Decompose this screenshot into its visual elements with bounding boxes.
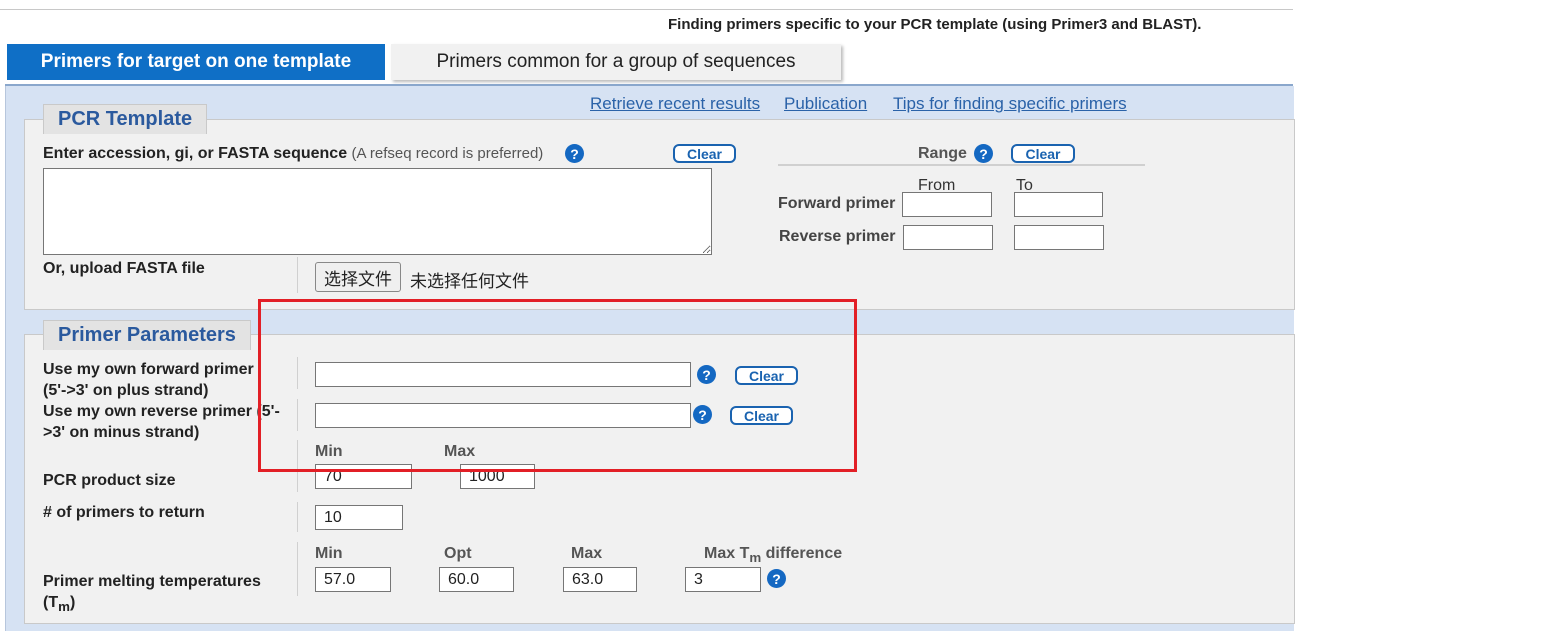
tm-diff-input[interactable] <box>685 567 761 592</box>
forward-primer-label: Use my own forward primer (5'->3' on plu… <box>43 361 254 399</box>
accession-label-text: Enter accession, gi, or FASTA sequence <box>43 145 348 162</box>
tm-label-sub: m <box>58 599 70 615</box>
tab-group-of-sequences[interactable]: Primers common for a group of sequences <box>391 44 841 80</box>
tm-diff-header-end: difference <box>761 545 843 562</box>
forward-to-input[interactable] <box>1014 192 1103 217</box>
accession-note: (A refseq record is preferred) <box>351 145 544 162</box>
tm-max-input[interactable] <box>563 567 637 592</box>
forward-from-input[interactable] <box>902 192 992 217</box>
tm-diff-header-text: Max T <box>704 545 750 562</box>
range-forward-label: Forward primer <box>778 195 896 212</box>
range-divider <box>778 164 1145 166</box>
question-circle-icon[interactable]: ? <box>767 569 786 588</box>
divider <box>297 257 298 293</box>
top-divider <box>0 9 1293 10</box>
template-clear-button[interactable]: Clear <box>673 144 736 163</box>
upload-label: Or, upload FASTA file <box>43 260 205 277</box>
tm-min-input[interactable] <box>315 567 391 592</box>
tm-opt-header: Opt <box>444 545 472 562</box>
tips-link[interactable]: Tips for finding specific primers <box>893 94 1127 114</box>
sequence-textarea[interactable] <box>43 168 712 255</box>
tm-max-header: Max <box>571 545 603 562</box>
tm-min-header: Min <box>315 545 343 562</box>
tm-label-end: ) <box>69 594 76 611</box>
divider <box>297 542 298 596</box>
reverse-to-input[interactable] <box>1014 225 1104 250</box>
choose-file-button[interactable]: 选择文件 <box>315 262 401 292</box>
range-title: Range <box>918 145 967 162</box>
product-size-label: PCR product size <box>43 472 176 489</box>
tm-diff-header: Max Tm difference <box>704 545 842 565</box>
tm-label: Primer melting temperatures (Tm) <box>43 571 283 617</box>
highlight-box <box>258 299 857 472</box>
num-primers-input[interactable] <box>315 505 403 530</box>
accession-label: Enter accession, gi, or FASTA sequence (… <box>43 145 543 163</box>
retrieve-results-link[interactable]: Retrieve recent results <box>590 94 760 114</box>
tm-diff-header-sub: m <box>749 550 762 566</box>
page-tagline: Finding primers specific to your PCR tem… <box>668 16 1202 33</box>
file-status: 未选择任何文件 <box>410 272 529 292</box>
reverse-from-input[interactable] <box>903 225 993 250</box>
tm-opt-input[interactable] <box>439 567 514 592</box>
question-circle-icon[interactable]: ? <box>974 144 993 163</box>
primer-parameters-legend: Primer Parameters <box>43 320 251 350</box>
tm-label-text: Primer melting temperatures (T <box>43 573 261 611</box>
tab-one-template[interactable]: Primers for target on one template <box>7 44 385 80</box>
range-reverse-label: Reverse primer <box>779 228 896 245</box>
range-clear-button[interactable]: Clear <box>1011 144 1075 163</box>
question-circle-icon[interactable]: ? <box>565 144 584 163</box>
publication-link[interactable]: Publication <box>784 94 867 114</box>
divider <box>297 502 298 532</box>
num-primers-label: # of primers to return <box>43 504 205 521</box>
pcr-template-legend: PCR Template <box>43 104 208 134</box>
